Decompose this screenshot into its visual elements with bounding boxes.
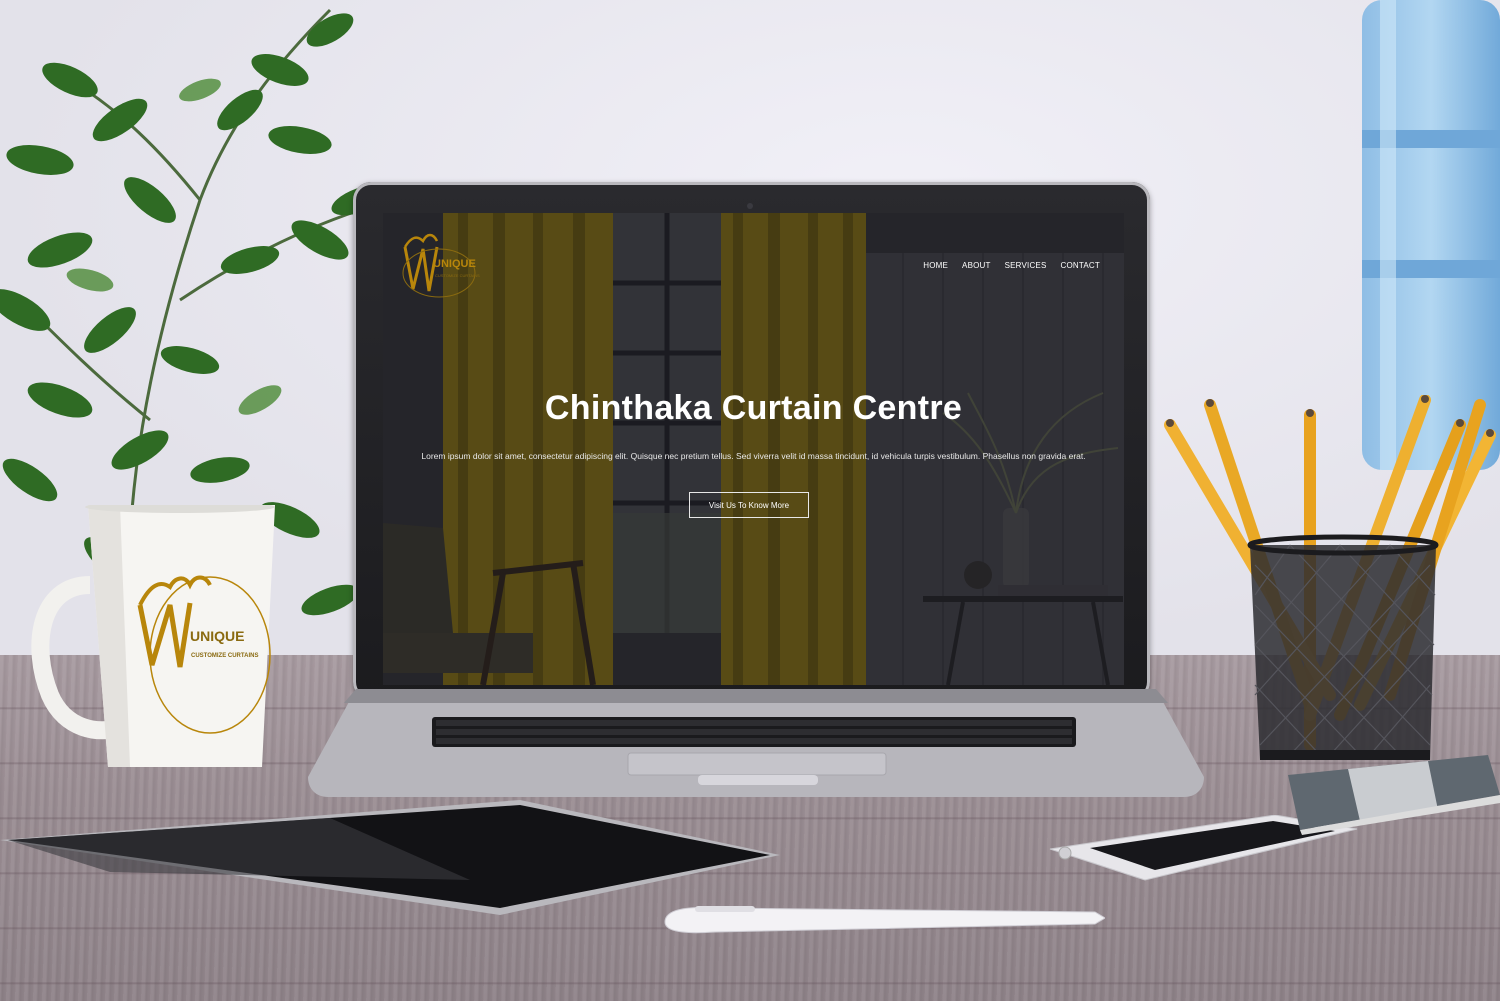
laptop-keyboard-base	[308, 689, 1204, 797]
site-logo-name[interactable]: UNIQUE	[433, 258, 476, 270]
laptop-screen: UNIQUE CUSTOMIZE CURTAINS HOME ABOUT SER…	[383, 213, 1124, 685]
pencil-cup	[1164, 395, 1496, 760]
mug-brand-tagline: CUSTOMIZE CURTAINS	[191, 653, 259, 659]
hero-description: Lorem ipsum dolor sit amet, consectetur …	[421, 451, 1086, 461]
visit-us-button[interactable]: Visit Us To Know More	[689, 492, 809, 518]
nav-about[interactable]: ABOUT	[962, 261, 991, 270]
mug-brand-name: UNIQUE	[190, 628, 245, 644]
nav-contact[interactable]: CONTACT	[1061, 261, 1100, 270]
hero-background-image	[383, 213, 1124, 685]
nav-services[interactable]: SERVICES	[1005, 261, 1047, 270]
webcam-icon	[747, 203, 753, 209]
notebook	[1288, 755, 1500, 835]
site-logo-tagline: CUSTOMIZE CURTAINS	[435, 273, 480, 278]
hero-title: Chinthaka Curtain Centre	[544, 389, 963, 427]
site-navigation: HOME ABOUT SERVICES CONTACT	[923, 261, 1100, 270]
nav-home[interactable]: HOME	[923, 261, 948, 270]
pen-item	[664, 906, 1105, 934]
